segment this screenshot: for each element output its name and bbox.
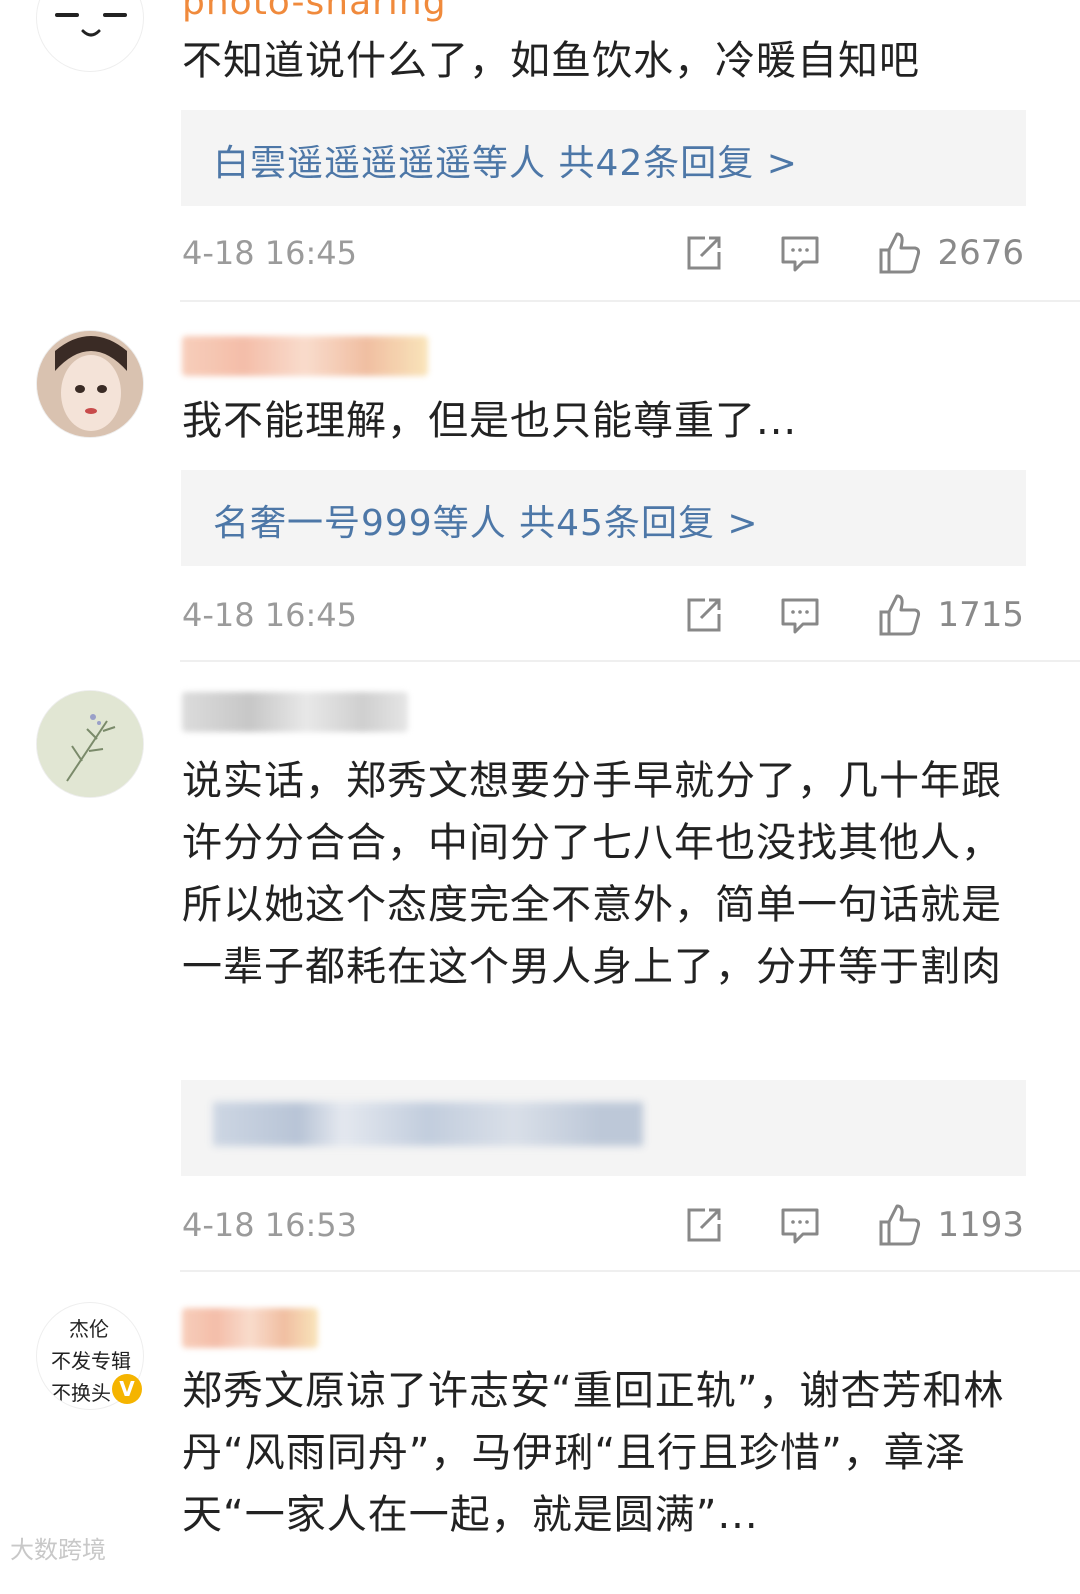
comment-text: 郑秀文原谅了许志安“重回正轨”，谢杏芳和林丹“风雨同舟”，马伊琍“且行且珍惜”，… [182, 1368, 1005, 1538]
reply-summary-box[interactable]: 名奢一号999等人 共45条回复 > [181, 470, 1026, 566]
comment-feed: photo-sharing 不知道说什么了，如鱼饮水，冷暖自知吧 白雲遥遥遥遥遥… [0, 0, 1080, 1594]
avatar[interactable] [36, 330, 144, 438]
comment-icon[interactable] [779, 594, 821, 636]
share-icon[interactable] [683, 1204, 725, 1246]
username-blurred[interactable] [182, 1308, 318, 1348]
reply-summary-blurred [213, 1102, 643, 1146]
comment-time: 4-18 16:45 [182, 596, 358, 634]
divider [180, 300, 1080, 302]
verified-badge-icon: V [112, 1374, 142, 1404]
reply-summary-box[interactable]: 白雲遥遥遥遥遥等人 共42条回复 > [181, 110, 1026, 206]
username[interactable]: photo-sharing [182, 0, 447, 23]
avatar-text-line: 不发专辑 [51, 1349, 131, 1373]
comment-actions: 1715 [629, 590, 1024, 640]
comment-actions: 1193 [629, 1200, 1024, 1250]
like-count: 1193 [937, 1205, 1024, 1245]
divider [180, 1270, 1080, 1272]
username-blurred[interactable] [182, 692, 408, 732]
comment-actions: 2676 [629, 228, 1024, 278]
comment-text: 说实话，郑秀文想要分手早就分了，几十年跟许分分合合，中间分了七八年也没找其他人，… [182, 758, 1002, 990]
avatar[interactable] [36, 690, 144, 798]
like-icon[interactable] [877, 230, 923, 276]
like-count: 1715 [937, 595, 1024, 635]
comment-time: 4-18 16:53 [182, 1206, 358, 1244]
like-icon[interactable] [877, 1202, 923, 1248]
reply-summary-link[interactable]: 名奢一号999等人 共45条回复 > [213, 494, 759, 546]
comment-text: 不知道说什么了，如鱼饮水，冷暖自知吧 [182, 38, 920, 84]
like-icon[interactable] [877, 592, 923, 638]
avatar[interactable] [36, 0, 144, 72]
reply-summary-box[interactable] [181, 1080, 1026, 1176]
watermark-logo: 大数跨境 [10, 1537, 106, 1564]
comment-icon[interactable] [779, 232, 821, 274]
divider [180, 660, 1080, 662]
avatar-text-line: 杰伦 [69, 1317, 109, 1341]
like-count: 2676 [937, 233, 1024, 273]
comment-icon[interactable] [779, 1204, 821, 1246]
share-icon[interactable] [683, 594, 725, 636]
comment-text: 我不能理解，但是也只能尊重了... [182, 398, 798, 444]
reply-summary-link[interactable]: 白雲遥遥遥遥遥等人 共42条回复 > [213, 134, 798, 186]
comment-time: 4-18 16:45 [182, 234, 358, 272]
share-icon[interactable] [683, 232, 725, 274]
username-blurred[interactable] [182, 336, 428, 376]
avatar-text-line: 不换头 [51, 1381, 111, 1405]
